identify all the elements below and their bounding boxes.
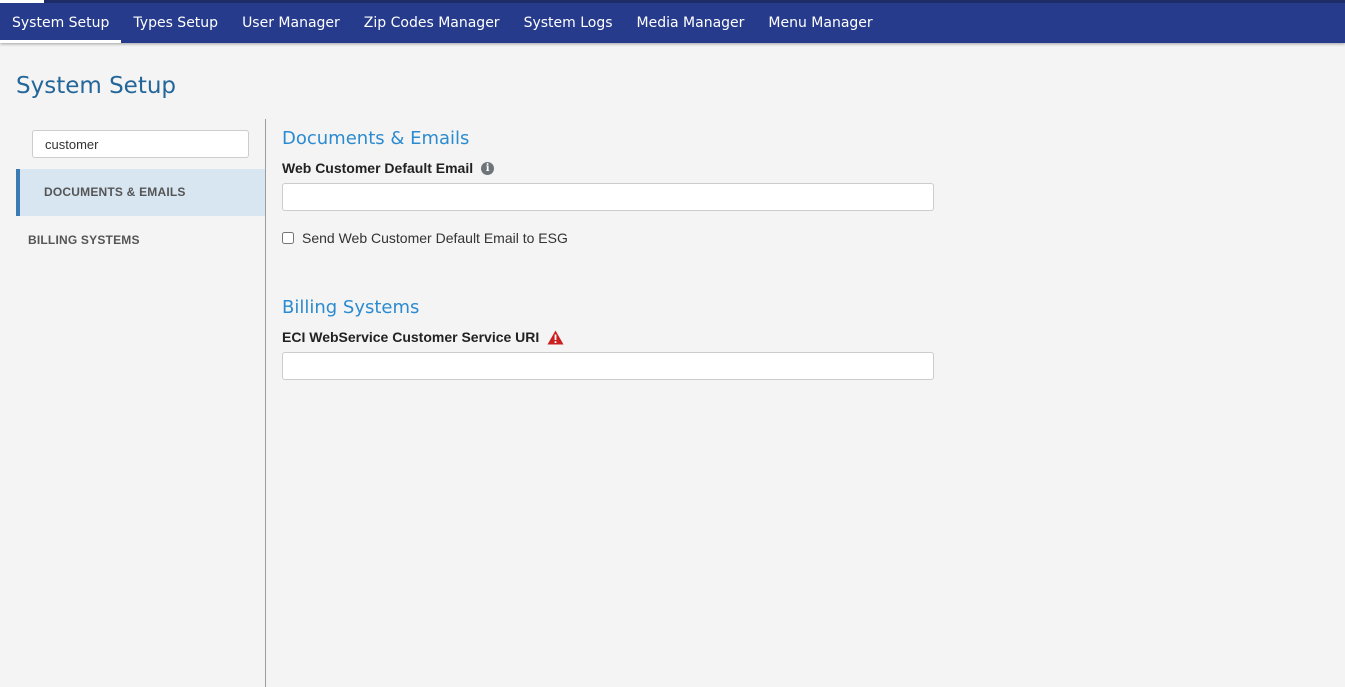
field-label-text: ECI WebService Customer Service URI (282, 329, 540, 345)
main-nav: System Setup Types Setup User Manager Zi… (0, 3, 885, 43)
section-title-documents-emails: Documents & Emails (282, 128, 470, 149)
sidebar: DOCUMENTS & EMAILS BILLING SYSTEMS (0, 119, 266, 687)
nav-item-system-logs[interactable]: System Logs (512, 3, 625, 43)
top-nav-bar: System Setup Types Setup User Manager Zi… (0, 0, 1345, 43)
sidebar-search-input[interactable] (32, 130, 249, 158)
eci-webservice-uri-input[interactable] (282, 352, 934, 380)
info-icon[interactable]: i (481, 161, 495, 175)
nav-item-media-manager[interactable]: Media Manager (625, 3, 757, 43)
field-label-eci-webservice-uri: ECI WebService Customer Service URI (282, 329, 564, 345)
page-title: System Setup (16, 73, 177, 99)
nav-item-menu-manager[interactable]: Menu Manager (756, 3, 884, 43)
section-title-billing-systems: Billing Systems (282, 297, 420, 318)
warning-icon[interactable] (547, 330, 564, 345)
nav-item-user-manager[interactable]: User Manager (230, 3, 352, 43)
nav-item-types-setup[interactable]: Types Setup (121, 3, 230, 43)
nav-item-system-setup[interactable]: System Setup (0, 3, 122, 43)
web-customer-default-email-input[interactable] (282, 183, 934, 211)
nav-item-zip-codes-manager[interactable]: Zip Codes Manager (352, 3, 512, 43)
sidebar-item-billing-systems[interactable]: BILLING SYSTEMS (0, 217, 249, 264)
send-email-to-esg-checkbox[interactable] (282, 232, 294, 244)
field-label-text: Web Customer Default Email (282, 160, 474, 176)
send-email-to-esg-row[interactable]: Send Web Customer Default Email to ESG (282, 230, 568, 246)
field-label-web-customer-default-email: Web Customer Default Email i (282, 160, 495, 176)
sidebar-item-documents-emails[interactable]: DOCUMENTS & EMAILS (16, 169, 265, 216)
send-email-to-esg-label: Send Web Customer Default Email to ESG (302, 230, 568, 246)
